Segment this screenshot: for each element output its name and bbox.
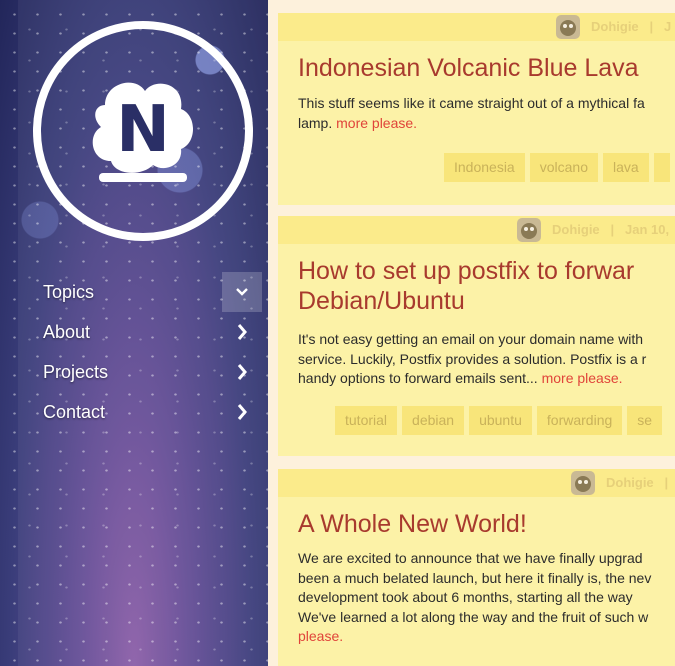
avatar[interactable] — [517, 218, 541, 242]
excerpt-line: lamp. — [298, 114, 333, 131]
post-title[interactable]: A Whole New World! — [298, 509, 527, 539]
excerpt-line: handy options to forward emails sent... — [298, 370, 538, 386]
post-meta: Dohigie | Jan 10, — [278, 216, 675, 244]
tag[interactable]: se — [627, 406, 663, 435]
nav-label: Projects — [43, 362, 109, 382]
post-author[interactable]: Dohigie — [606, 475, 654, 490]
nav-label: Topics — [43, 282, 95, 302]
post-excerpt: We are excited to announce that we have … — [298, 549, 675, 647]
post-date: J — [663, 19, 672, 34]
cloud-logo-icon: N — [92, 82, 193, 182]
sidebar-nav: Topics About Projects Contact — [18, 272, 268, 432]
post-title[interactable]: How to set up postfix to forwar Debian/U… — [298, 256, 634, 316]
post-author[interactable]: Dohigie — [591, 19, 639, 34]
post-card: Dohigie | J Indonesian Volcanic Blue Lav… — [278, 13, 675, 205]
excerpt-line: It's not easy getting an email on your d… — [298, 331, 644, 347]
nav-label: About — [43, 322, 91, 342]
nav-item-topics[interactable]: Topics — [18, 272, 268, 312]
post-card: Dohigie | Jan 10, How to set up postfix … — [278, 216, 675, 456]
title-line: How to set up postfix to forwar — [298, 257, 635, 285]
tag[interactable]: debian — [402, 406, 465, 435]
sidebar: N Topics About Projects Contact — [0, 0, 268, 666]
nav-label: Contact — [43, 402, 106, 422]
chevron-right-icon — [222, 312, 262, 352]
site-logo[interactable]: N — [33, 21, 253, 241]
nav-item-about[interactable]: About — [18, 312, 268, 352]
more-link[interactable]: please. — [298, 628, 343, 644]
tag[interactable]: ubuntu — [469, 406, 532, 435]
post-excerpt: This stuff seems like it came straight o… — [298, 94, 675, 133]
avatar[interactable] — [556, 15, 580, 39]
post-meta: Dohigie | J — [278, 13, 675, 41]
post-title[interactable]: Indonesian Volcanic Blue Lava — [298, 53, 639, 83]
tag-list: Indonesia volcano lava — [444, 153, 670, 182]
tag[interactable] — [653, 153, 670, 182]
post-list: Dohigie | J Indonesian Volcanic Blue Lav… — [268, 0, 675, 666]
logo-letter: N — [116, 93, 170, 167]
nav-item-projects[interactable]: Projects — [18, 352, 268, 392]
excerpt-line: This stuff seems like it came straight o… — [298, 95, 645, 111]
post-excerpt: It's not easy getting an email on your d… — [298, 330, 675, 389]
nav-item-contact[interactable]: Contact — [18, 392, 268, 432]
tag-list: tutorial debian ubuntu forwarding se — [335, 406, 663, 435]
tag[interactable]: forwarding — [536, 406, 623, 435]
tag[interactable]: lava — [602, 153, 649, 182]
post-date: Jan 10, — [624, 222, 670, 237]
tag[interactable]: tutorial — [335, 406, 398, 435]
post-author[interactable]: Dohigie — [552, 222, 600, 237]
title-line: Debian/Ubuntu — [298, 287, 465, 315]
post-card: Dohigie | A Whole New World! We are exci… — [278, 469, 675, 666]
excerpt-line: We've learned a lot along the way and th… — [298, 608, 649, 625]
chevron-down-icon[interactable] — [222, 272, 262, 312]
tag[interactable]: volcano — [529, 153, 598, 182]
excerpt-line: been a much belated launch, but here it … — [298, 569, 652, 586]
excerpt-line: service. Luckily, Postfix provides a sol… — [298, 350, 647, 367]
chevron-right-icon — [222, 392, 262, 432]
tag[interactable]: Indonesia — [444, 153, 525, 182]
excerpt-line: development took about 6 months, startin… — [298, 589, 633, 605]
more-link[interactable]: more please. — [542, 370, 623, 386]
avatar[interactable] — [571, 471, 595, 495]
more-link[interactable]: more please. — [336, 115, 417, 131]
chevron-right-icon — [222, 352, 262, 392]
post-meta: Dohigie | — [278, 469, 675, 497]
excerpt-line: We are excited to announce that we have … — [298, 550, 643, 566]
